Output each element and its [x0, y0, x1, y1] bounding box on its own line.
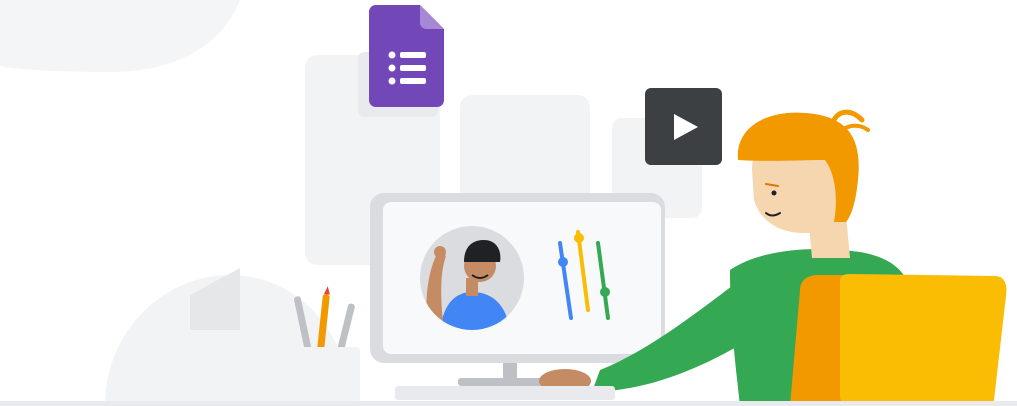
desk-surface [395, 386, 615, 400]
chair [790, 274, 1007, 406]
google-forms-icon [369, 5, 444, 107]
play-video-icon [645, 88, 722, 165]
background-blob-top-left [0, 0, 240, 72]
floor-line [0, 401, 1017, 406]
hero-illustration [0, 0, 1017, 406]
backdrop-panel-middle [460, 95, 590, 205]
